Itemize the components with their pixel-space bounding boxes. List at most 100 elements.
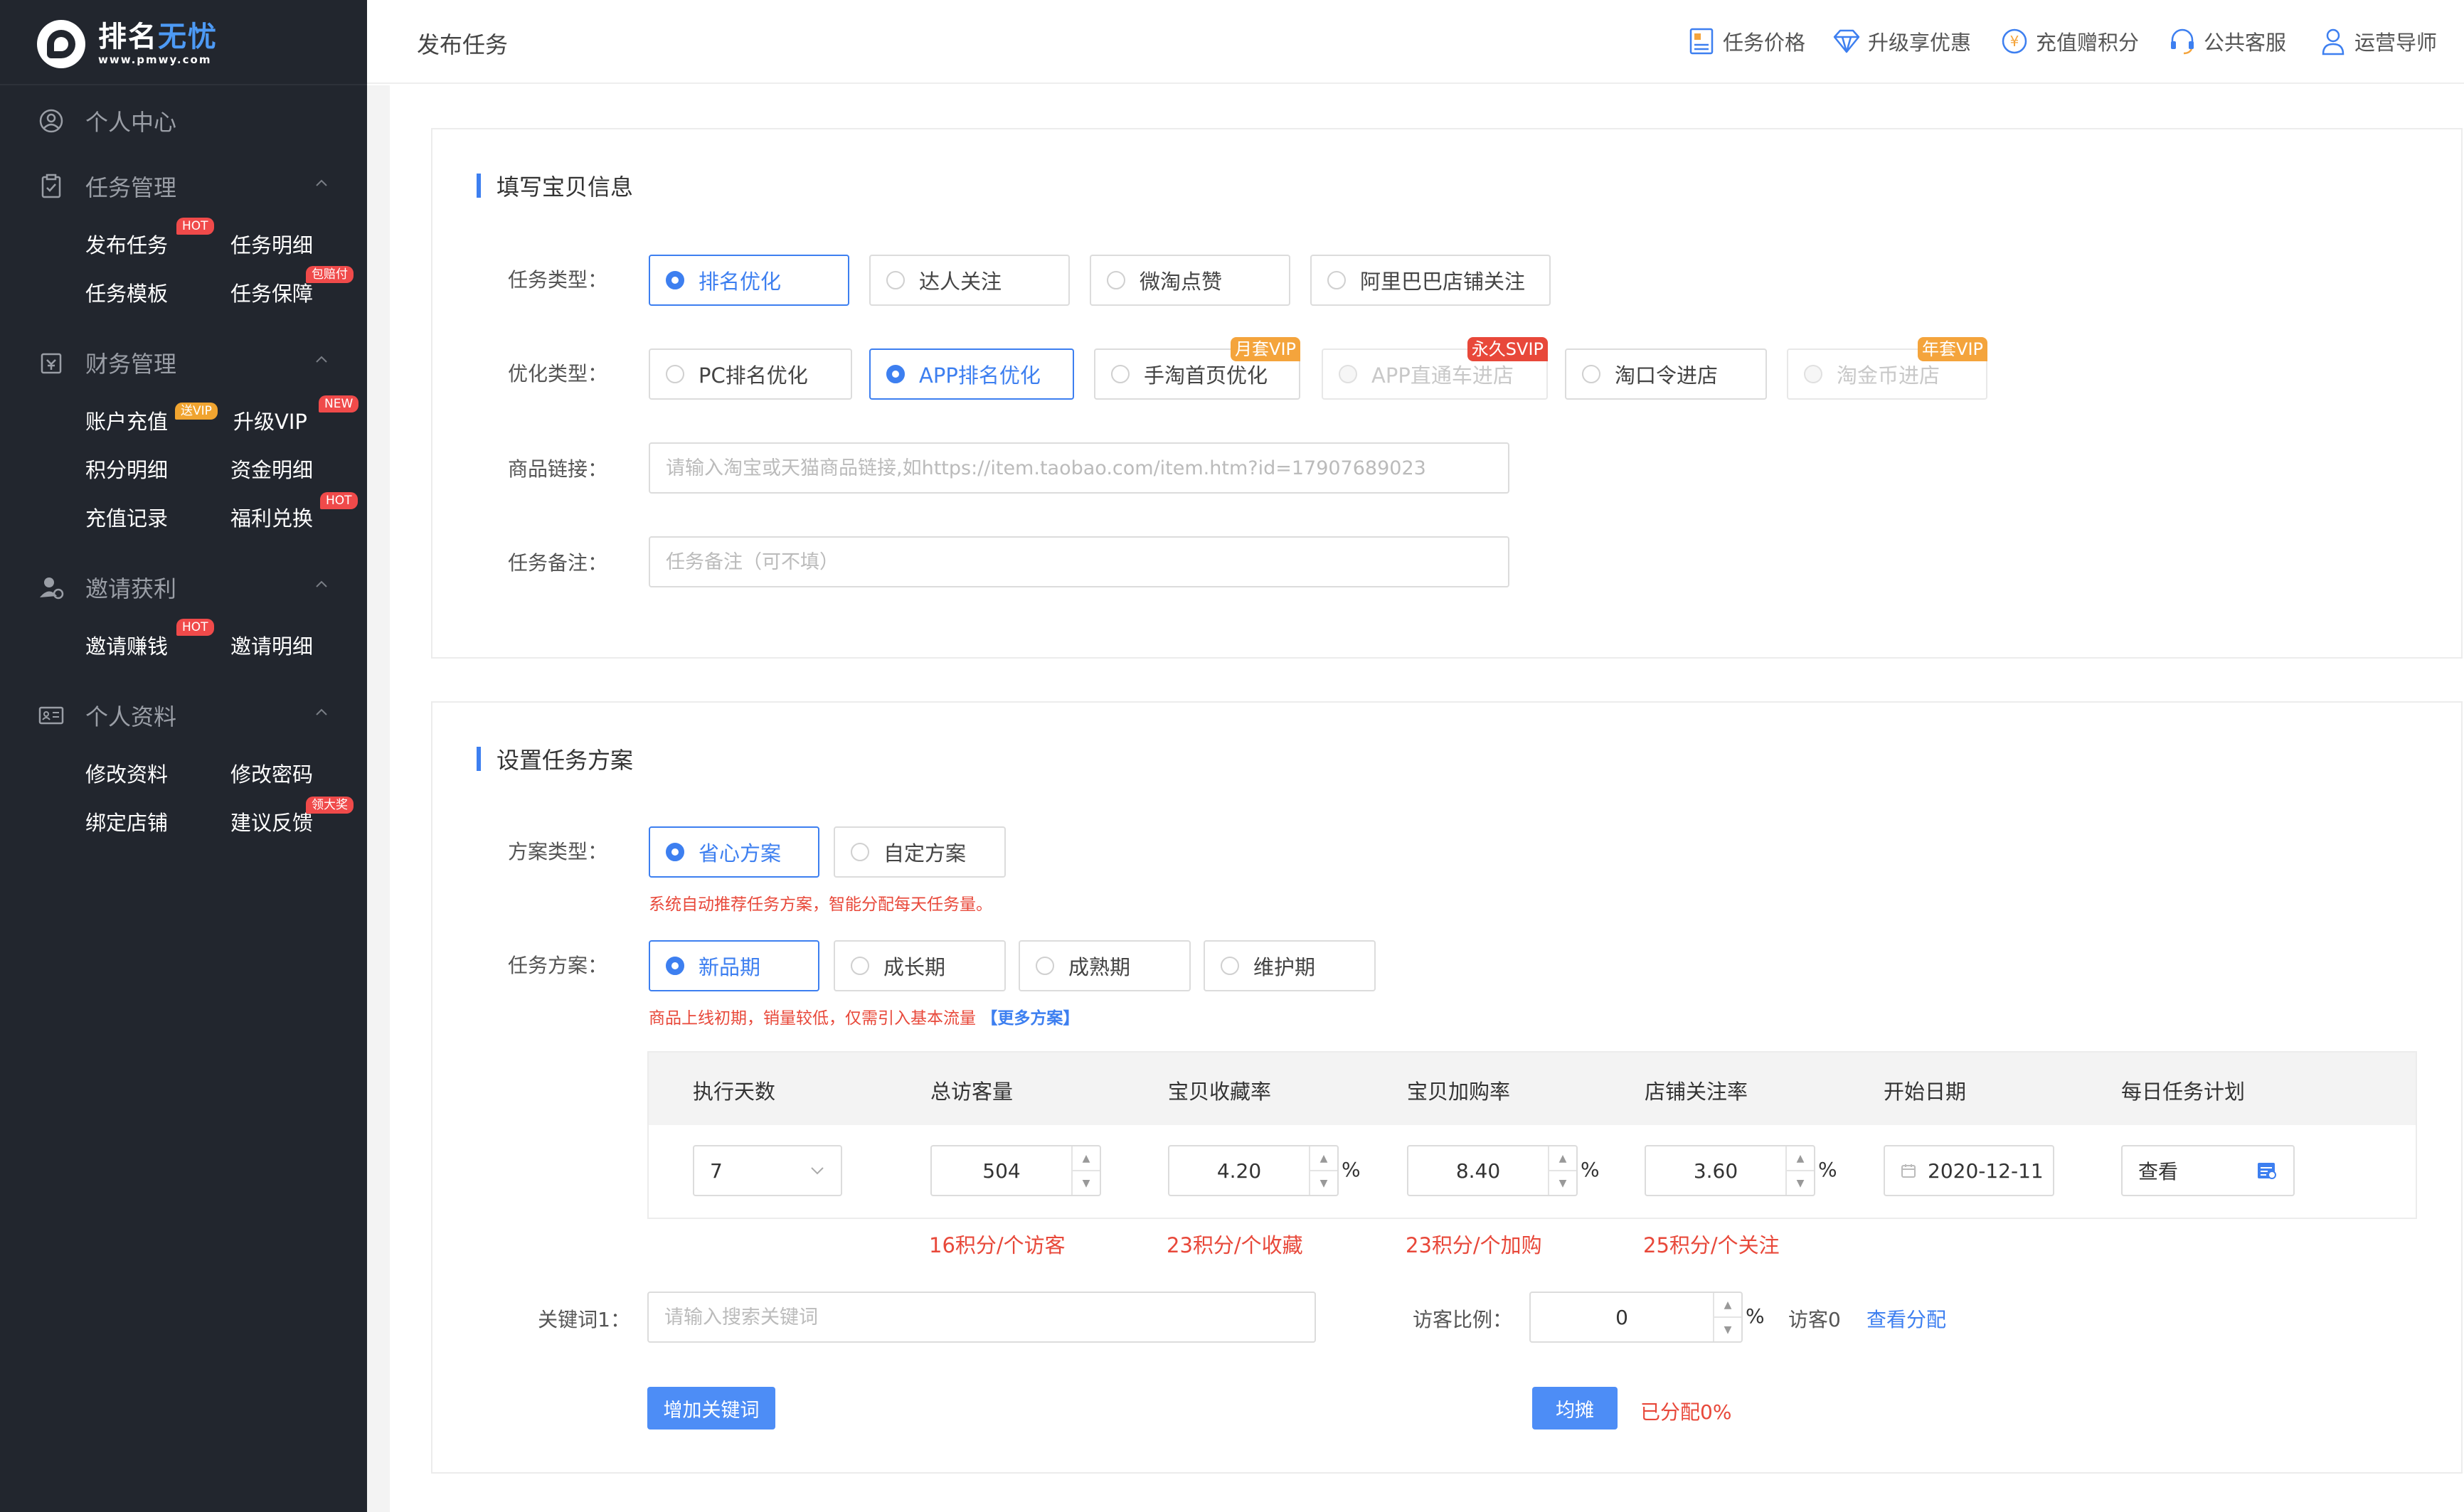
- chevron-up-icon: [316, 179, 327, 186]
- opt-type-option[interactable]: 淘金币进店 年套VIP: [1787, 337, 1987, 400]
- sidebar-item-invite-earn[interactable]: 邀请赚钱: [85, 627, 168, 663]
- header-days: 执行天数: [693, 1080, 776, 1104]
- even-split-button[interactable]: 均摊: [1532, 1387, 1618, 1430]
- chevron-down-icon: [811, 1167, 824, 1175]
- task-type-option[interactable]: 排名优化: [649, 255, 849, 306]
- upgrade-discount-link[interactable]: 升级享优惠: [1832, 26, 1971, 57]
- increment-icon[interactable]: ▲: [1073, 1146, 1100, 1171]
- customer-service-link[interactable]: 公共客服: [2168, 26, 2286, 57]
- task-note-field[interactable]: [649, 536, 1509, 587]
- task-plan-option[interactable]: 成长期: [834, 940, 1006, 991]
- visitors-stepper[interactable]: 504 ▲ ▼: [930, 1145, 1101, 1196]
- decrement-icon[interactable]: ▼: [1549, 1171, 1576, 1195]
- headset-icon: [2168, 27, 2197, 55]
- hot-badge: HOT: [320, 492, 358, 509]
- view-distribution-link[interactable]: 查看分配: [1866, 1304, 1946, 1333]
- plan-type-hint: 系统自动推荐任务方案，智能分配每天任务量。: [649, 895, 992, 914]
- more-plans-link[interactable]: 【更多方案】: [981, 1009, 1079, 1028]
- increment-icon[interactable]: ▲: [1549, 1146, 1576, 1171]
- increment-icon[interactable]: ▲: [1787, 1146, 1814, 1171]
- sidebar-item-invite-detail[interactable]: 邀请明细: [230, 627, 313, 663]
- sidebar-item-recharge[interactable]: 账户充值: [85, 403, 168, 438]
- sidebar-item-publish-task[interactable]: 发布任务: [85, 226, 168, 262]
- plan-type-option[interactable]: 省心方案: [649, 826, 819, 878]
- daily-plan-view-button[interactable]: 查看: [2121, 1145, 2295, 1196]
- section-title: 设置任务方案: [477, 742, 633, 775]
- logo[interactable]: 排名无忧 www.pmwy.com: [37, 16, 218, 73]
- sidebar-item-recharge-record[interactable]: 充值记录: [85, 499, 168, 535]
- recharge-points-link[interactable]: ¥ 充值赠积分: [2000, 26, 2139, 57]
- sidebar-item-upgrade-vip[interactable]: 升级VIP: [233, 403, 307, 438]
- nav-group-task-management[interactable]: 任务管理: [37, 165, 329, 208]
- sidebar-item-feedback[interactable]: 建议反馈: [230, 804, 313, 839]
- favorite-cost: 23积分/个收藏: [1167, 1233, 1303, 1257]
- page-title: 发布任务: [417, 31, 509, 58]
- product-link-input[interactable]: [666, 457, 1508, 479]
- big-prize-badge: 领大奖: [306, 797, 354, 814]
- opt-type-option[interactable]: 淘口令进店: [1565, 348, 1767, 400]
- percent-sign: %: [1581, 1158, 1600, 1181]
- follow-cost: 25积分/个关注: [1643, 1233, 1780, 1257]
- task-note-input[interactable]: [666, 550, 1508, 573]
- sidebar-item-bind-shop[interactable]: 绑定店铺: [85, 804, 168, 839]
- opt-type-option[interactable]: APP直通车进店 永久SVIP: [1322, 337, 1548, 400]
- opt-type-option[interactable]: APP排名优化: [869, 348, 1074, 400]
- days-select[interactable]: 7: [693, 1145, 842, 1196]
- ops-mentor-link[interactable]: 运营导师: [2319, 26, 2437, 57]
- task-plan-option[interactable]: 维护期: [1204, 940, 1376, 991]
- invite-user-icon: [37, 573, 65, 602]
- vip-tag: 年套VIP: [1918, 337, 1987, 361]
- header-follow-rate: 店铺关注率: [1645, 1080, 1748, 1104]
- header-start-date: 开始日期: [1884, 1080, 1967, 1104]
- nav-group-invite[interactable]: 邀请获利: [37, 566, 329, 609]
- start-date-picker[interactable]: 2020-12-11: [1884, 1145, 2054, 1196]
- decrement-icon[interactable]: ▼: [1787, 1171, 1814, 1195]
- sidebar-item-edit-profile[interactable]: 修改资料: [85, 755, 168, 791]
- task-type-label: 任务类型：: [507, 268, 607, 292]
- coin-icon: ¥: [2000, 27, 2029, 55]
- table-header: 执行天数 总访客量 宝贝收藏率 宝贝加购率 店铺关注率 开始日期 每日任务计划: [649, 1053, 2416, 1125]
- logo-icon: [37, 20, 85, 68]
- plan-type-label: 方案类型：: [507, 840, 607, 863]
- task-type-option[interactable]: 阿里巴巴店铺关注: [1310, 255, 1551, 306]
- scroll-gutter: [367, 85, 390, 1512]
- nav-group-finance[interactable]: 财务管理: [37, 341, 329, 384]
- fav-rate-stepper[interactable]: 4.20 ▲ ▼: [1168, 1145, 1339, 1196]
- nav-group-profile[interactable]: 个人资料: [37, 694, 329, 737]
- task-plan-option[interactable]: 新品期: [649, 940, 819, 991]
- task-type-option[interactable]: 微淘点赞: [1090, 255, 1290, 306]
- task-plan-label: 任务方案：: [507, 954, 607, 977]
- increment-icon[interactable]: ▲: [1310, 1146, 1337, 1171]
- decrement-icon[interactable]: ▼: [1714, 1318, 1741, 1341]
- decrement-icon[interactable]: ▼: [1310, 1171, 1337, 1195]
- nav-group-label: 个人资料: [85, 703, 177, 730]
- visitor-ratio-stepper[interactable]: 0 ▲ ▼: [1529, 1292, 1743, 1343]
- follow-rate-stepper[interactable]: 3.60 ▲ ▼: [1645, 1145, 1815, 1196]
- price-list-icon: [1687, 27, 1716, 55]
- keyword-input[interactable]: [664, 1306, 1315, 1329]
- nav-group-label: 邀请获利: [85, 575, 177, 602]
- give-vip-badge: 送VIP: [175, 403, 218, 420]
- opt-type-label: 优化类型：: [507, 362, 607, 385]
- task-price-link[interactable]: 任务价格: [1687, 26, 1805, 57]
- plan-type-option[interactable]: 自定方案: [834, 826, 1006, 878]
- nav-group-personal-center[interactable]: 个人中心: [37, 100, 329, 142]
- task-plan-option[interactable]: 成熟期: [1019, 940, 1191, 991]
- add-keyword-button[interactable]: 增加关键词: [647, 1387, 775, 1430]
- sidebar-item-task-template[interactable]: 任务模板: [85, 275, 168, 310]
- increment-icon[interactable]: ▲: [1714, 1293, 1741, 1318]
- opt-type-option[interactable]: PC排名优化: [649, 348, 852, 400]
- sidebar-item-task-detail[interactable]: 任务明细: [230, 226, 313, 262]
- sidebar-item-fund-detail[interactable]: 资金明细: [230, 451, 313, 486]
- task-type-option[interactable]: 达人关注: [869, 255, 1070, 306]
- opt-type-option[interactable]: 手淘首页优化 月套VIP: [1094, 337, 1300, 400]
- sidebar-item-task-guarantee[interactable]: 任务保障: [230, 275, 313, 310]
- cart-rate-stepper[interactable]: 8.40 ▲ ▼: [1407, 1145, 1578, 1196]
- decrement-icon[interactable]: ▼: [1073, 1171, 1100, 1195]
- sidebar-item-welfare[interactable]: 福利兑换: [230, 499, 313, 535]
- chevron-up-icon: [316, 356, 327, 363]
- keyword-field[interactable]: [647, 1292, 1316, 1343]
- sidebar-item-change-password[interactable]: 修改密码: [230, 755, 313, 791]
- product-link-field[interactable]: [649, 442, 1509, 494]
- sidebar-item-points-detail[interactable]: 积分明细: [85, 451, 168, 486]
